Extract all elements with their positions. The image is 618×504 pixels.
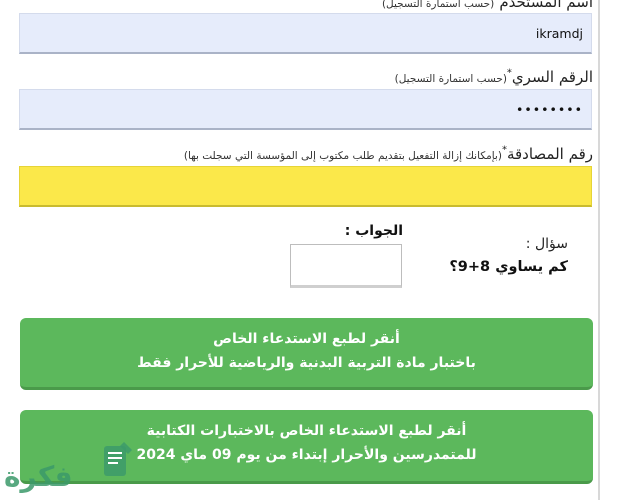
username-field[interactable]: ikramdj: [19, 13, 592, 54]
password-note: (حسب استمارة التسجيل): [394, 73, 507, 85]
username-label-text: اسم المستخدم: [499, 0, 593, 11]
button-line-1: أنقر لطبع الاستدعاء الخاص: [213, 331, 400, 347]
panel-border: [598, 0, 600, 500]
username-label: اسم المستخدم (حسب استمارة التسجيل): [382, 0, 593, 11]
authcode-label-text: رقم المصادقة: [506, 145, 593, 163]
authcode-field[interactable]: [19, 166, 592, 207]
button-line-2: باختبار مادة التربية البدنية والرياضية ل…: [137, 355, 476, 371]
username-note: (حسب استمارة التسجيل): [381, 0, 495, 10]
password-field[interactable]: ••••••••: [19, 89, 592, 130]
captcha-answer-label: الجواب :: [344, 223, 403, 239]
captcha-answer-input[interactable]: [290, 244, 402, 288]
authcode-note: (بإمكانك إزالة التفعيل بتقديم طلب مكتوب …: [183, 150, 502, 162]
authcode-label: رقم المصادقة*(بإمكانك إزالة التفعيل بتقد…: [184, 144, 593, 163]
password-label-text: الرقم السري: [511, 68, 593, 86]
watermark-text: فكرة: [4, 460, 73, 493]
captcha-question: كم يساوي 8+9؟: [449, 259, 568, 275]
button-line-1: أنقر لطبع الاستدعاء الخاص بالاختبارات ال…: [146, 423, 467, 439]
username-value: ikramdj: [535, 26, 583, 41]
password-value: ••••••••: [516, 102, 583, 117]
captcha-question-label: سؤال :: [525, 236, 568, 252]
print-pe-convocation-button[interactable]: أنقر لطبع الاستدعاء الخاص باختبار مادة ا…: [20, 318, 593, 390]
password-label: الرقم السري*(حسب استمارة التسجيل): [395, 67, 593, 86]
